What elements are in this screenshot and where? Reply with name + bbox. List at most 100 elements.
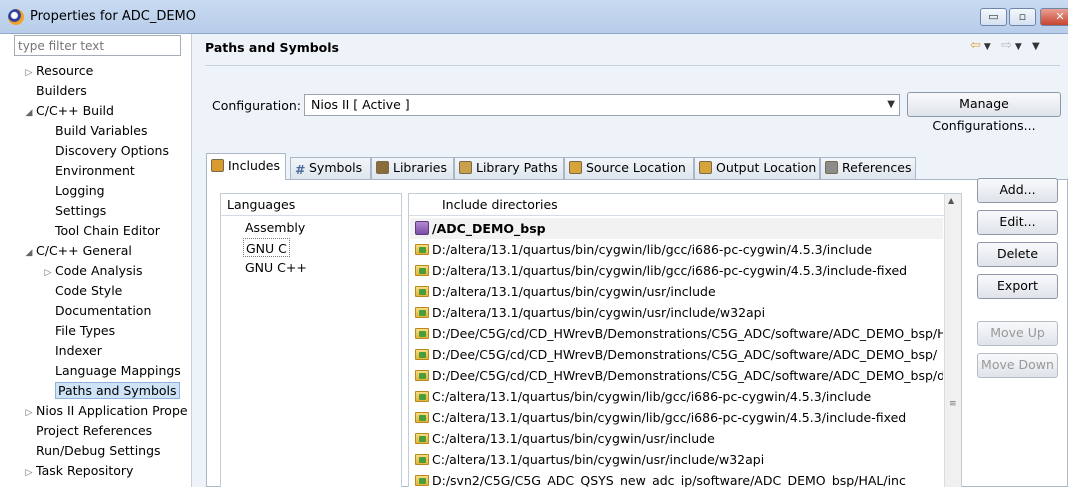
tree-item-c-c-general[interactable]: ◢ C/C++ General — [22, 241, 132, 261]
tree-item-project-references[interactable]: Project References — [22, 421, 152, 441]
forward-menu-icon[interactable]: ▼ — [1015, 42, 1025, 52]
tree-item-settings[interactable]: Settings — [41, 201, 106, 221]
include-directory-path: C:/altera/13.1/quartus/bin/cygwin/usr/in… — [432, 431, 715, 446]
include-directory-path: D:/svn2/C5G/C5G_ADC_QSYS_new_adc_ip/soft… — [432, 473, 906, 487]
add-button[interactable]: Add... — [977, 178, 1058, 203]
tree-item-code-style[interactable]: Code Style — [41, 281, 122, 301]
back-arrow-icon[interactable]: ⇦ — [970, 38, 984, 53]
tab-label: Library Paths — [476, 160, 558, 175]
move-down-button[interactable]: Move Down — [977, 353, 1058, 378]
include-directory-path: C:/altera/13.1/quartus/bin/cygwin/lib/gc… — [432, 410, 907, 425]
include-directory-path: D:/altera/13.1/quartus/bin/cygwin/lib/gc… — [432, 242, 873, 257]
tree-item-indexer[interactable]: Indexer — [41, 341, 102, 361]
minimize-button[interactable]: ▭ — [980, 8, 1007, 26]
configuration-value: Nios II [ Active ] — [311, 97, 410, 112]
include-directory-row[interactable]: D:/svn2/C5G/C5G_ADC_QSYS_new_adc_ip/soft… — [415, 470, 943, 487]
manage-configurations-button[interactable]: Manage Configurations... — [907, 92, 1061, 133]
view-menu-icon[interactable]: ▼ — [1032, 41, 1043, 52]
filter-input[interactable] — [14, 35, 181, 56]
tab-label: Output Location — [716, 160, 817, 175]
close-button[interactable]: ✕ — [1040, 8, 1068, 26]
expand-arrow-icon[interactable]: ▷ — [22, 463, 36, 483]
collapse-arrow-icon[interactable]: ◢ — [22, 243, 36, 263]
tree-item-label: Tool Chain Editor — [55, 223, 160, 238]
tree-item-builders[interactable]: Builders — [22, 81, 87, 101]
include-directory-path: C:/altera/13.1/quartus/bin/cygwin/lib/gc… — [432, 389, 872, 404]
include-directory-row[interactable]: D:/Dee/C5G/cd/CD_HWrevB/Demonstrations/C… — [415, 365, 943, 386]
scroll-grip-icon[interactable]: ≡ — [949, 399, 957, 409]
tree-item-discovery-options[interactable]: Discovery Options — [41, 141, 169, 161]
tree-item-label: C/C++ General — [36, 243, 132, 258]
tree-item-label: C/C++ Build — [36, 103, 114, 118]
tree-item-label: Settings — [55, 203, 107, 218]
include-directories-list[interactable]: Include directories /ADC_DEMO_bsp D:/alte… — [408, 193, 962, 487]
tree-item-label: Language Mappings — [55, 363, 181, 378]
tree-item-paths-and-symbols[interactable]: Paths and Symbols — [41, 381, 180, 401]
include-directory-row[interactable]: D:/altera/13.1/quartus/bin/cygwin/usr/in… — [415, 302, 943, 323]
tab-output-location[interactable]: Output Location — [694, 157, 820, 179]
include-directory-path: D:/altera/13.1/quartus/bin/cygwin/usr/in… — [432, 305, 766, 320]
configuration-label: Configuration: — [212, 98, 301, 113]
back-menu-icon[interactable]: ▼ — [984, 42, 994, 52]
folder-icon — [415, 391, 429, 402]
output-location-icon — [699, 161, 712, 174]
tree-item-tool-chain-editor[interactable]: Tool Chain Editor — [41, 221, 160, 241]
tab-libraries[interactable]: Libraries — [371, 157, 454, 179]
include-directory-row[interactable]: /ADC_DEMO_bsp — [410, 218, 943, 239]
include-directory-path: D:/Dee/C5G/cd/CD_HWrevB/Demonstrations/C… — [432, 347, 938, 362]
tab-label: Includes — [228, 158, 281, 173]
tree-item-task-repository[interactable]: ▷ Task Repository — [22, 461, 134, 483]
language-item[interactable]: GNU C — [243, 238, 290, 257]
include-directory-row[interactable]: C:/altera/13.1/quartus/bin/cygwin/usr/in… — [415, 428, 943, 449]
edit-button[interactable]: Edit... — [977, 210, 1058, 235]
folder-icon — [415, 307, 429, 318]
languages-list[interactable]: Languages Assembly GNU C GNU C++ — [220, 193, 402, 487]
tree-item-label: Run/Debug Settings — [36, 443, 161, 458]
eclipse-icon — [8, 9, 24, 25]
tree-item-code-analysis[interactable]: ▷ Code Analysis — [41, 261, 143, 283]
expand-arrow-icon[interactable]: ▷ — [22, 403, 36, 423]
language-item[interactable]: Assembly — [245, 218, 305, 237]
forward-arrow-icon[interactable]: ⇨ — [1001, 38, 1015, 53]
language-item[interactable]: GNU C++ — [245, 258, 307, 277]
tab-includes[interactable]: Includes — [206, 153, 286, 180]
delete-button[interactable]: Delete — [977, 242, 1058, 267]
include-directory-row[interactable]: C:/altera/13.1/quartus/bin/cygwin/lib/gc… — [415, 407, 943, 428]
collapse-arrow-icon[interactable]: ◢ — [22, 103, 36, 123]
tab-library-paths[interactable]: Library Paths — [454, 157, 564, 179]
tree-item-documentation[interactable]: Documentation — [41, 301, 151, 321]
tree-item-build-variables[interactable]: Build Variables — [41, 121, 147, 141]
expand-arrow-icon[interactable]: ▷ — [22, 63, 36, 83]
include-directory-row[interactable]: D:/altera/13.1/quartus/bin/cygwin/lib/gc… — [415, 239, 943, 260]
include-directory-row[interactable]: D:/Dee/C5G/cd/CD_HWrevB/Demonstrations/C… — [415, 323, 943, 344]
tree-item-label: Task Repository — [36, 463, 134, 478]
tree-item-nios-ii-application-prope[interactable]: ▷ Nios II Application Prope — [22, 401, 188, 421]
tab-source-location[interactable]: Source Location — [564, 157, 694, 179]
folder-icon — [415, 475, 429, 486]
expand-arrow-icon[interactable]: ▷ — [41, 263, 55, 283]
tree-item-file-types[interactable]: File Types — [41, 321, 115, 341]
tree-item-c-c-build[interactable]: ◢ C/C++ Build — [22, 101, 114, 121]
tree-item-language-mappings[interactable]: Language Mappings — [41, 361, 181, 381]
scroll-up-icon[interactable]: ▲ — [948, 196, 954, 205]
include-directory-row[interactable]: D:/altera/13.1/quartus/bin/cygwin/lib/gc… — [415, 260, 943, 281]
tab-references[interactable]: References — [820, 157, 916, 179]
include-directories-header: Include directories — [409, 194, 961, 216]
export-button[interactable]: Export — [977, 274, 1058, 299]
maximize-button[interactable]: ▫ — [1009, 8, 1036, 26]
tree-item-environment[interactable]: Environment — [41, 161, 135, 181]
move-up-button[interactable]: Move Up — [977, 321, 1058, 346]
tree-item-logging[interactable]: Logging — [41, 181, 105, 201]
tree-item-resource[interactable]: ▷ Resource — [22, 61, 94, 83]
include-directory-row[interactable]: C:/altera/13.1/quartus/bin/cygwin/usr/in… — [415, 449, 943, 470]
configuration-select[interactable]: Nios II [ Active ] ▼ — [304, 94, 900, 116]
tab-symbols[interactable]: # Symbols — [290, 157, 371, 179]
vertical-scrollbar[interactable]: ▲ ≡ — [944, 194, 961, 487]
tree-item-label: Code Analysis — [55, 263, 143, 278]
tree-item-run-debug-settings[interactable]: Run/Debug Settings — [22, 441, 161, 461]
include-directory-row[interactable]: D:/Dee/C5G/cd/CD_HWrevB/Demonstrations/C… — [415, 344, 943, 365]
include-directory-row[interactable]: C:/altera/13.1/quartus/bin/cygwin/lib/gc… — [415, 386, 943, 407]
tree-item-label: Project References — [36, 423, 153, 438]
include-directory-row[interactable]: D:/altera/13.1/quartus/bin/cygwin/usr/in… — [415, 281, 943, 302]
include-directory-path: C:/altera/13.1/quartus/bin/cygwin/usr/in… — [432, 452, 765, 467]
